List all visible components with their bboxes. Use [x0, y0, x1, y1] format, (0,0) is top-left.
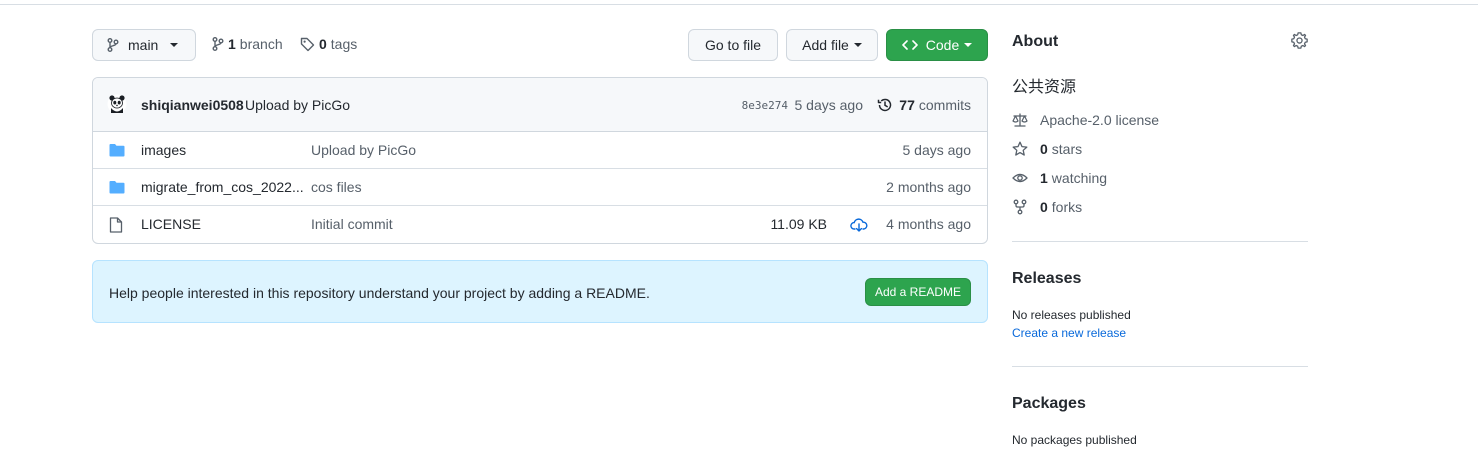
packages-empty-text: No packages published: [1012, 433, 1137, 447]
branch-select-button[interactable]: main: [92, 29, 196, 61]
file-size: 11.09 KB: [770, 216, 827, 232]
file-icon: [109, 217, 123, 233]
latest-commit-bar: shiqianwei0508 Upload by PicGo 8e3e274 5…: [93, 78, 987, 132]
file-commit-message[interactable]: Initial commit: [311, 216, 393, 232]
file-table: shiqianwei0508 Upload by PicGo 8e3e274 5…: [92, 77, 988, 244]
file-time: 4 months ago: [886, 216, 971, 232]
watching-count: 1: [1040, 170, 1048, 186]
go-to-file-button[interactable]: Go to file: [688, 29, 778, 61]
table-row[interactable]: LICENSE Initial commit 11.09 KB 4 months…: [93, 206, 987, 243]
law-icon: [1012, 113, 1028, 127]
watchers-link[interactable]: 1 watching: [1012, 170, 1107, 186]
file-name[interactable]: images: [141, 142, 186, 158]
gear-icon[interactable]: [1291, 32, 1308, 49]
stars-label: stars: [1051, 141, 1083, 157]
commit-time: 5 days ago: [794, 97, 864, 113]
file-name[interactable]: LICENSE: [141, 216, 201, 232]
fork-icon: [1013, 199, 1027, 215]
code-button[interactable]: Code: [886, 29, 988, 61]
history-icon: [878, 98, 892, 112]
eye-icon: [1012, 173, 1028, 183]
forks-label: forks: [1051, 199, 1083, 215]
stars-link[interactable]: 0 stars: [1012, 141, 1082, 157]
license-label: Apache-2.0 license: [1040, 112, 1160, 128]
commit-author[interactable]: shiqianwei0508: [141, 97, 244, 113]
folder-icon: [109, 181, 125, 194]
create-release-link[interactable]: Create a new release: [1012, 326, 1126, 340]
table-row[interactable]: migrate_from_cos_2022... cos files 2 mon…: [93, 169, 987, 206]
forks-link[interactable]: 0 forks: [1012, 199, 1082, 215]
git-branch-icon: [107, 38, 119, 52]
stars-count: 0: [1040, 141, 1048, 157]
cloud-download-icon[interactable]: [850, 218, 868, 232]
add-readme-button[interactable]: Add a README: [865, 278, 971, 306]
branch-label: branch: [239, 36, 283, 52]
code-icon: [901, 40, 918, 50]
star-icon: [1012, 141, 1028, 156]
watching-label: watching: [1051, 170, 1108, 186]
releases-heading[interactable]: Releases: [1012, 270, 1081, 288]
tag-label: tags: [330, 36, 358, 52]
tag-count: 0: [319, 36, 327, 52]
branches-link[interactable]: 1 branch: [212, 36, 283, 52]
forks-count: 0: [1040, 199, 1048, 215]
file-commit-message[interactable]: cos files: [311, 179, 362, 195]
releases-empty-text: No releases published: [1012, 308, 1131, 322]
readme-banner: Help people interested in this repositor…: [92, 260, 988, 323]
file-name[interactable]: migrate_from_cos_2022...: [141, 179, 304, 195]
readme-banner-text: Help people interested in this repositor…: [109, 285, 650, 301]
go-to-file-label: Go to file: [704, 37, 762, 53]
repo-description: 公共资源: [1012, 79, 1077, 96]
commit-count: 77: [899, 97, 915, 113]
tag-icon: [300, 37, 315, 51]
commits-history-link[interactable]: 77 commits: [877, 97, 971, 113]
commit-count-label: commits: [918, 97, 971, 113]
add-file-label: Add file: [802, 37, 849, 53]
chevron-down-icon: [170, 43, 179, 47]
file-time: 5 days ago: [902, 142, 972, 158]
sidebar-divider: [1012, 366, 1308, 367]
packages-heading[interactable]: Packages: [1012, 395, 1086, 413]
tags-link[interactable]: 0 tags: [300, 36, 357, 52]
license-link[interactable]: Apache-2.0 license: [1012, 112, 1159, 128]
commit-message[interactable]: Upload by PicGo: [245, 97, 350, 113]
code-label: Code: [925, 37, 960, 53]
commit-sha[interactable]: 8e3e274: [742, 99, 788, 112]
branch-name: main: [128, 37, 159, 53]
chevron-down-icon: [853, 43, 862, 47]
git-branch-icon: [212, 37, 224, 51]
branch-count: 1: [228, 36, 236, 52]
add-file-button[interactable]: Add file: [786, 29, 878, 61]
table-row[interactable]: images Upload by PicGo 5 days ago: [93, 132, 987, 169]
file-commit-message[interactable]: Upload by PicGo: [311, 142, 416, 158]
header-divider: [0, 4, 1478, 5]
about-heading: About: [1012, 33, 1059, 50]
chevron-down-icon: [964, 43, 973, 47]
file-time: 2 months ago: [886, 179, 971, 195]
avatar[interactable]: [107, 94, 127, 114]
folder-icon: [109, 144, 125, 157]
sidebar-divider: [1012, 241, 1308, 242]
